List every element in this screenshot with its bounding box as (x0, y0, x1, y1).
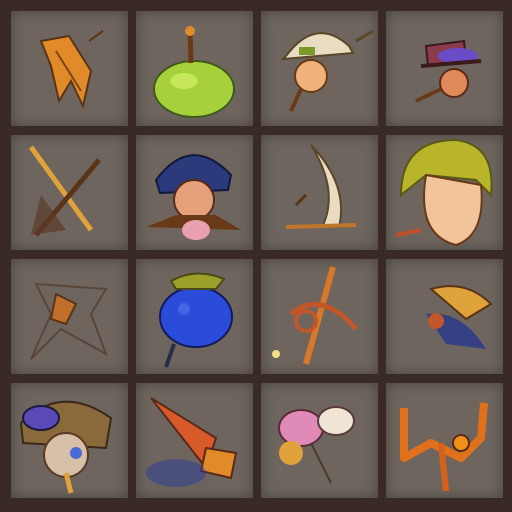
blonde-character-icon (395, 138, 493, 247)
tile-crossed-swords[interactable] (11, 135, 128, 250)
blue-fruit-icon (159, 272, 233, 368)
blue-hat-character-icon (146, 154, 241, 240)
goggles-character-icon (19, 400, 113, 494)
tile-candy[interactable] (261, 383, 378, 498)
tile-blue-fruit[interactable] (136, 259, 253, 374)
tile-pickaxe[interactable] (261, 259, 378, 374)
tile-brown-leaf[interactable] (11, 259, 128, 374)
crossed-swords-icon (28, 145, 101, 237)
tile-blonde-character[interactable] (386, 135, 503, 250)
hat-character-icon (415, 39, 482, 103)
green-fruit-icon (153, 26, 235, 118)
tile-hat-character[interactable] (386, 11, 503, 126)
pickaxe-icon (272, 266, 358, 365)
orange-rune-icon (400, 402, 488, 492)
brown-leaf-icon (30, 282, 108, 360)
tile-orange-rune[interactable] (386, 383, 503, 498)
tile-blade[interactable] (261, 135, 378, 250)
tile-miner-character[interactable] (261, 11, 378, 126)
tile-feathered-creature[interactable] (386, 259, 503, 374)
tile-goggles-character[interactable] (11, 383, 128, 498)
tile-rocket[interactable] (136, 383, 253, 498)
feathered-creature-icon (426, 285, 493, 349)
sprite-sheet (0, 0, 512, 512)
orange-leaf-icon (39, 30, 104, 110)
candy-icon (278, 406, 355, 484)
rocket-icon (146, 397, 238, 487)
tile-green-fruit[interactable] (136, 11, 253, 126)
tile-orange-leaf[interactable] (11, 11, 128, 126)
miner-character-icon (280, 29, 374, 112)
tile-blue-hat-character[interactable] (136, 135, 253, 250)
blade-icon (285, 144, 357, 229)
